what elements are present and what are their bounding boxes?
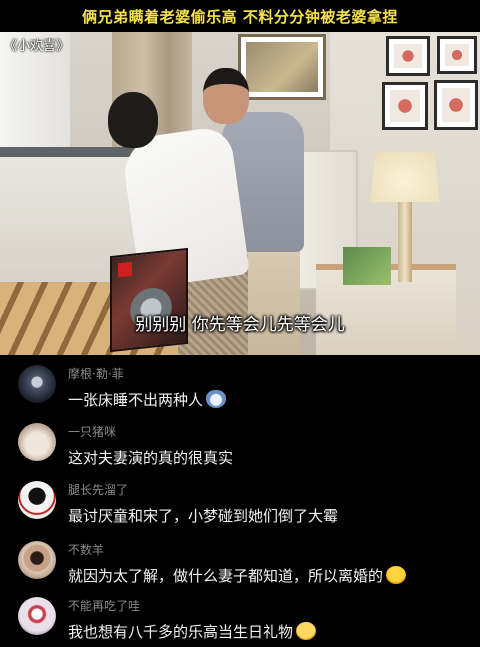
lamp-base xyxy=(398,202,412,282)
avatar[interactable] xyxy=(18,481,56,519)
comment-username[interactable]: 不能再吃了哇 xyxy=(68,597,140,614)
wall-photo-frame xyxy=(434,80,478,130)
person-b-legs xyxy=(244,240,300,355)
comment-username[interactable]: 不数羊 xyxy=(68,541,104,558)
banner-title: 俩兄弟瞒着老婆偷乐高 不料分分钟被老婆拿捏 xyxy=(82,7,398,26)
wall-painting xyxy=(238,34,326,100)
comment-username[interactable]: 一只猪咪 xyxy=(68,423,116,440)
wall-photo-frame xyxy=(382,82,428,130)
lamp-shade xyxy=(370,152,440,202)
gift-box xyxy=(343,247,391,285)
comment-item[interactable]: 不数羊 就因为太了解，做什么妻子都知道，所以离婚的 xyxy=(0,535,480,593)
video-subtitle: 别别别 你先等会儿先等会儿 xyxy=(135,315,345,335)
comment-text: 这对夫妻演的真的很真实 xyxy=(68,449,234,467)
wall-photo-frame xyxy=(437,36,477,74)
comment-item[interactable]: 一只猪咪 这对夫妻演的真的很真实 xyxy=(0,417,480,475)
comment-text: 最讨厌童和宋了，小梦碰到她们倒了大霉 xyxy=(68,507,339,525)
comment-item[interactable]: 摩根·勒·菲 一张床睡不出两种人 xyxy=(0,359,480,417)
avatar[interactable] xyxy=(18,597,56,635)
comment-item[interactable]: 腿长先溜了 最讨厌童和宋了，小梦碰到她们倒了大霉 xyxy=(0,475,480,533)
person-a-head xyxy=(108,92,158,148)
avatar[interactable] xyxy=(18,423,56,461)
show-watermark: 《小欢喜》 xyxy=(4,39,70,54)
comment-username[interactable]: 腿长先溜了 xyxy=(68,481,128,498)
lego-box xyxy=(110,247,188,353)
wall-photo-frame xyxy=(386,36,430,76)
person-b-head xyxy=(203,68,249,124)
title-banner: 俩兄弟瞒着老婆偷乐高 不料分分钟被老婆拿捏 xyxy=(0,0,480,32)
flushed-face-icon xyxy=(296,622,317,640)
laugh-cry-icon xyxy=(386,566,407,584)
comment-text: 我也想有八千多的乐高当生日礼物 xyxy=(68,621,317,642)
video-player[interactable]: 《小欢喜》 别别别 你先等会儿先等会儿 xyxy=(0,32,480,355)
comment-list: 摩根·勒·菲 一张床睡不出两种人 一只猪咪 这对夫妻演的真的很真实 腿长先溜了 … xyxy=(0,355,480,647)
comment-text: 一张床睡不出两种人 xyxy=(68,389,227,410)
avatar[interactable] xyxy=(18,365,56,403)
comment-text: 就因为太了解，做什么妻子都知道，所以离婚的 xyxy=(68,565,407,586)
cat-icon xyxy=(206,390,227,408)
avatar[interactable] xyxy=(18,541,56,579)
lego-logo-icon xyxy=(118,261,132,278)
comment-username[interactable]: 摩根·勒·菲 xyxy=(68,365,124,382)
comment-item[interactable]: 不能再吃了哇 我也想有八千多的乐高当生日礼物 xyxy=(0,591,480,647)
